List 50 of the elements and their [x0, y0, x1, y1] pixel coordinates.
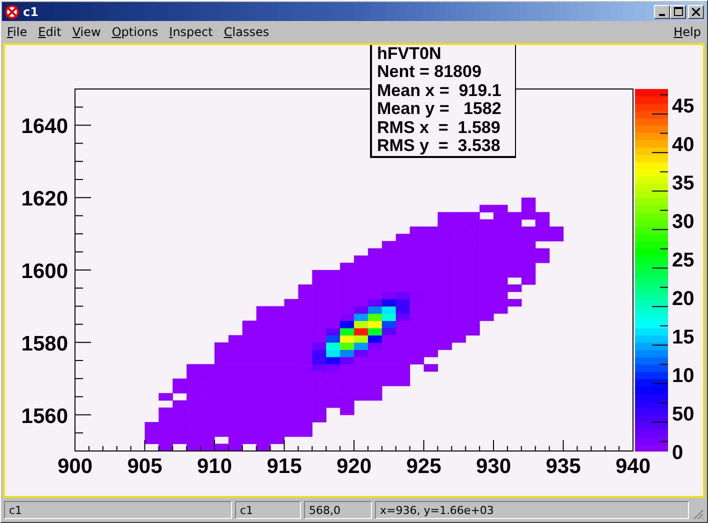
statistics-line: RMS y = 3.538: [377, 137, 502, 156]
x-tick-label: 910: [196, 455, 232, 478]
x-tick-label: 905: [127, 455, 162, 478]
color-scale-label: 10: [672, 364, 694, 387]
window-title: c1: [23, 4, 38, 18]
statistics-line: Mean x = 919.1: [377, 82, 502, 100]
menu-item[interactable]: Inspect: [169, 25, 213, 39]
y-tick-label: 1600: [21, 260, 68, 283]
status-field: c1: [235, 501, 301, 519]
menu-item[interactable]: View: [72, 25, 101, 39]
y-tick-label: 1560: [21, 404, 68, 428]
status-field: c1: [4, 501, 232, 519]
color-scale-label: 30: [672, 210, 694, 233]
status-field: 568,0: [304, 501, 372, 519]
y-tick-label: 1580: [21, 332, 68, 356]
status-field: x=936, y=1.66e+03: [375, 501, 689, 519]
color-scale-label: 0: [672, 442, 684, 464]
color-scale-label: 35: [672, 172, 694, 194]
statistics-line: Nent = 81809: [377, 63, 482, 82]
menu-item[interactable]: Classes: [224, 25, 270, 39]
close-icon: [692, 8, 700, 16]
maximize-button[interactable]: [670, 4, 686, 18]
statistics-line: Mean y = 1582: [377, 100, 502, 119]
close-button[interactable]: [688, 4, 704, 18]
app-icon: [4, 4, 20, 20]
maximize-icon: [674, 7, 682, 16]
menu-item[interactable]: Options: [112, 25, 158, 39]
color-scale-label: 45: [672, 95, 694, 118]
resize-grip-icon[interactable]: [692, 508, 704, 520]
y-tick-label: 1620: [21, 188, 68, 211]
x-tick-label: 915: [266, 455, 302, 478]
y-tick-label: 1640: [21, 115, 68, 138]
color-scale-label: 15: [672, 326, 694, 348]
color-scale-label: 40: [672, 134, 694, 156]
color-scale-label: 50: [672, 404, 694, 426]
x-tick-label: 900: [57, 455, 93, 478]
statistics-line: RMS x = 1.589: [377, 118, 502, 138]
menu-item[interactable]: File: [7, 25, 28, 39]
x-tick-label: 940: [615, 455, 651, 478]
menu-item[interactable]: Help: [674, 25, 701, 39]
minimize-button[interactable]: [654, 4, 670, 18]
x-tick-label: 920: [336, 455, 372, 478]
color-scale-label: 25: [672, 249, 694, 272]
x-tick-label: 925: [406, 455, 442, 478]
x-tick-label: 935: [546, 455, 581, 478]
color-scale-label: 20: [672, 288, 694, 310]
x-tick-label: 930: [476, 455, 512, 478]
menu-item[interactable]: Edit: [38, 25, 62, 39]
histogram-name: hFVT0N: [377, 45, 442, 64]
minimize-icon: [659, 14, 665, 16]
